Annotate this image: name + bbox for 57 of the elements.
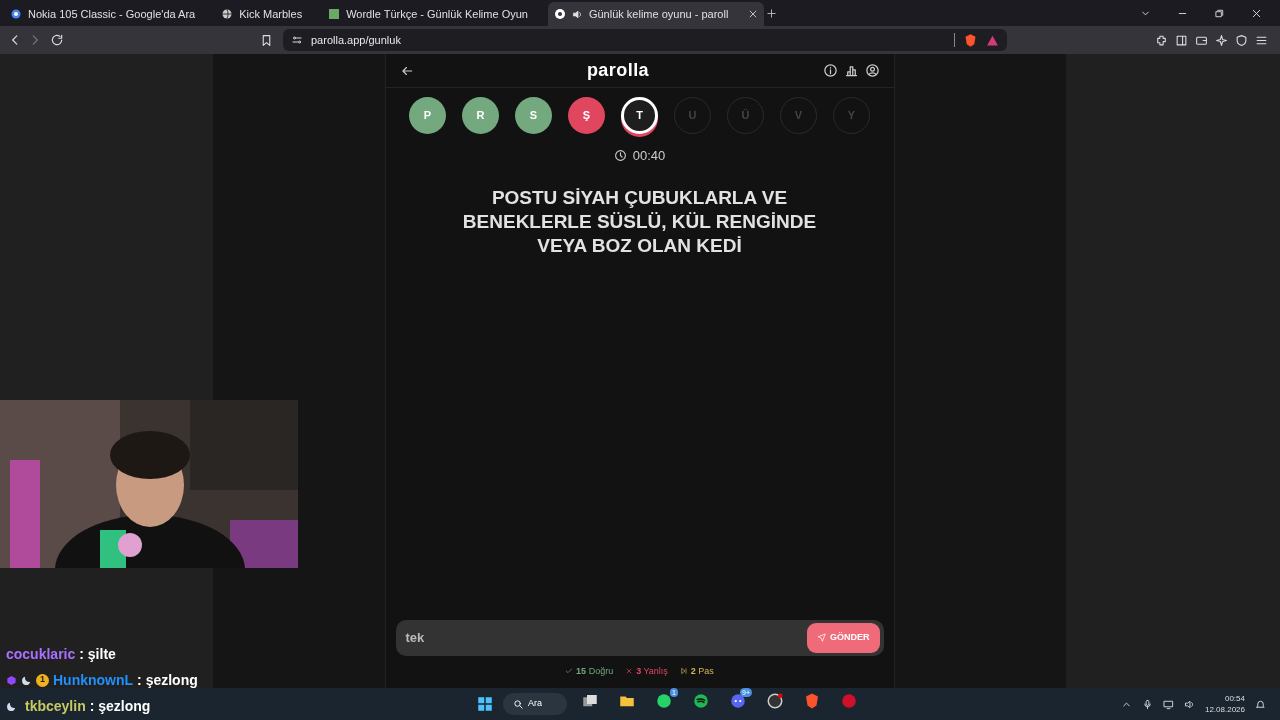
extensions-icon[interactable] — [1155, 33, 1168, 47]
triangle-icon[interactable] — [986, 33, 999, 47]
send-icon — [817, 633, 826, 642]
chat-message: : şezlong — [89, 696, 151, 716]
sidebar-icon[interactable] — [1175, 33, 1188, 47]
app-icon[interactable] — [840, 691, 858, 710]
sparkle-icon[interactable] — [1215, 33, 1228, 47]
browser-tab[interactable]: Günlük kelime oyunu - paroll — [547, 2, 765, 26]
globe-icon — [221, 8, 234, 20]
favicon-icon — [328, 8, 341, 20]
question-text: POSTU SİYAH ÇUBUKLARLA VE BENEKLERLE SÜSLÜ, KÜL RENGİNDE VEYA BOZ OLAN KEDİ — [461, 185, 818, 258]
browser-tab[interactable]: Nokia 105 Classic - Google'da Ara — [4, 2, 216, 26]
lion-shield-icon[interactable] — [963, 32, 978, 48]
clock-icon — [613, 149, 627, 163]
cube-icon — [6, 674, 17, 686]
skip-icon — [679, 667, 688, 676]
lion-shield-icon[interactable] — [803, 691, 821, 710]
favicon-icon — [553, 8, 566, 20]
close-icon[interactable] — [1251, 8, 1262, 19]
moon-icon — [21, 674, 32, 686]
search-button[interactable]: Ara — [503, 693, 567, 715]
site-settings-icon[interactable] — [291, 34, 303, 46]
user-circle-icon[interactable] — [864, 63, 880, 78]
chat-username: cocuklaric — [6, 644, 76, 664]
answer-field[interactable]: tek GÖNDER — [395, 619, 884, 656]
music-disc-icon[interactable] — [692, 691, 710, 710]
info-icon[interactable] — [822, 63, 838, 78]
chat-username: tkbceylin — [25, 696, 86, 716]
windows-icon[interactable] — [476, 695, 494, 713]
search-icon — [513, 698, 524, 710]
shield-icon[interactable] — [1235, 33, 1248, 47]
chat-message: : şilte — [79, 644, 116, 664]
bell-icon[interactable] — [1255, 698, 1266, 710]
browser-tab[interactable]: Wordle Türkçe - Günlük Kelime Oyun — [322, 2, 548, 26]
new-tab-icon[interactable] — [766, 8, 778, 19]
timer: 00:40 — [632, 147, 666, 165]
record-icon[interactable] — [766, 691, 784, 710]
bookmark-icon[interactable] — [260, 33, 273, 47]
bar-chart-icon[interactable] — [843, 63, 859, 78]
restore-icon[interactable] — [1214, 8, 1225, 19]
chat-username: HunknownL — [53, 670, 134, 690]
app-logo: parolla — [585, 59, 651, 82]
close-icon[interactable] — [748, 9, 759, 19]
stat-label: 2 Pas — [690, 664, 714, 678]
cross-icon — [625, 667, 634, 676]
favicon-icon — [10, 8, 22, 20]
stat-label: 3 Yanlış — [636, 664, 668, 678]
speaker-icon — [571, 8, 583, 20]
stat-label: 15 Doğru — [576, 664, 614, 678]
microphone-icon[interactable] — [1141, 698, 1153, 710]
browser-tab[interactable]: Kick Marbles — [215, 2, 323, 26]
speaker-icon[interactable] — [1183, 698, 1195, 710]
clock[interactable]: 00:54 12.08.2026 — [1204, 693, 1245, 715]
reload-icon[interactable] — [50, 33, 64, 47]
chat-message: : şezlong — [137, 670, 198, 690]
moon-icon — [6, 700, 17, 712]
check-icon — [565, 667, 574, 676]
